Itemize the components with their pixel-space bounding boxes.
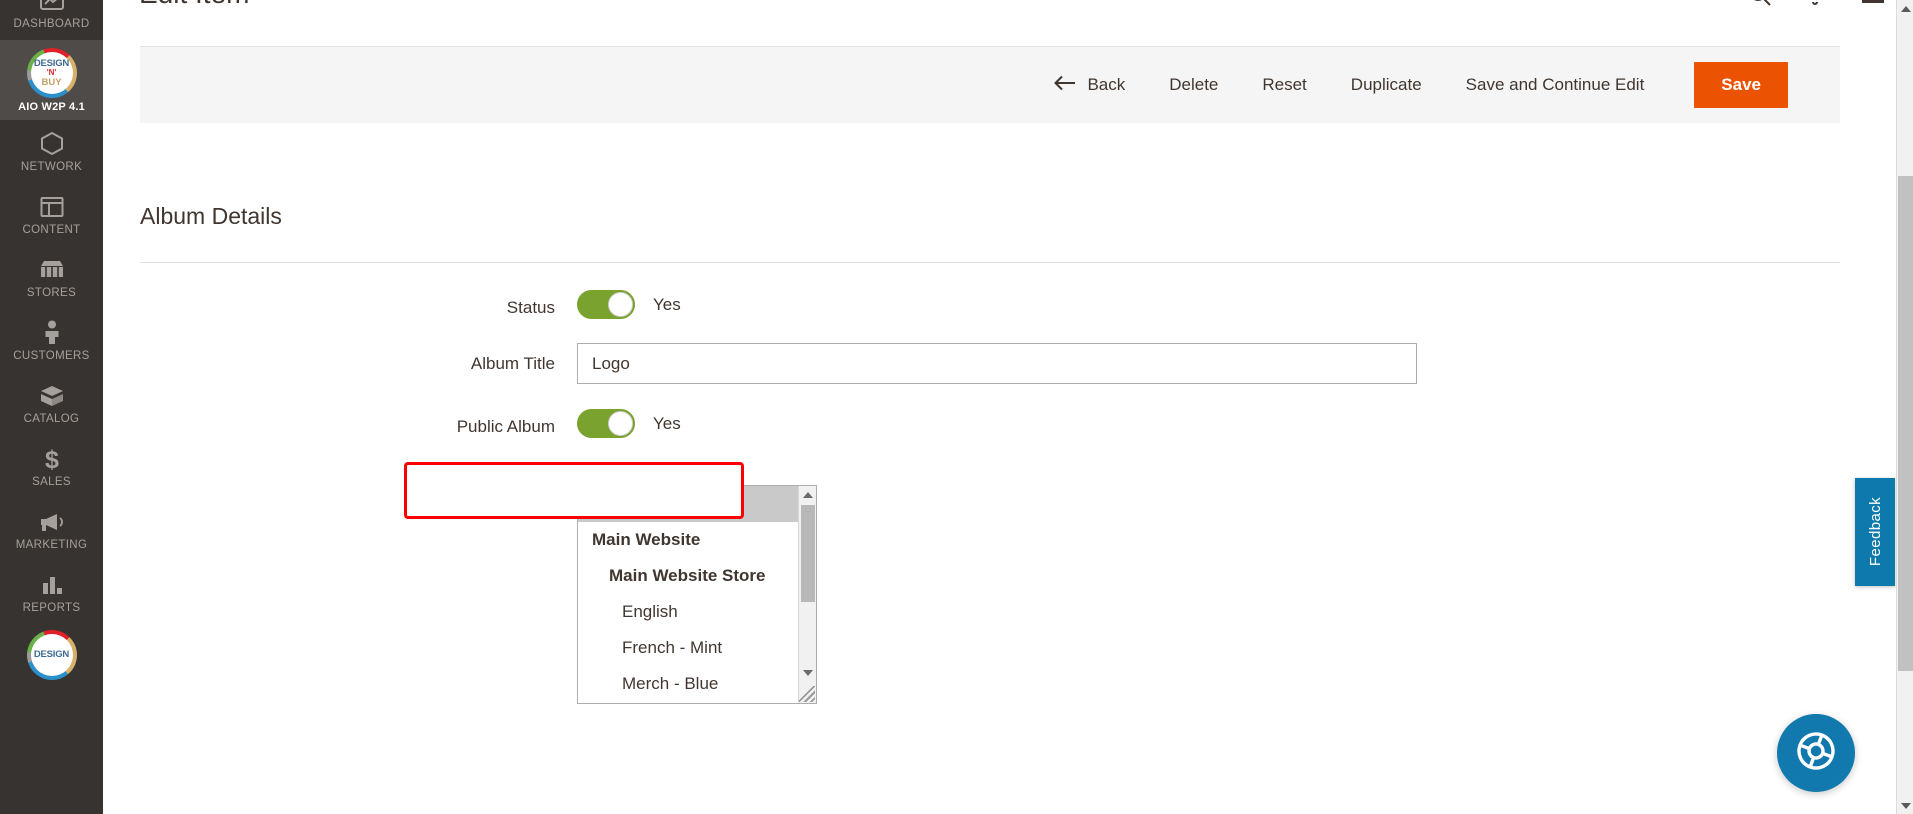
save-and-continue-edit-button[interactable]: Save and Continue Edit — [1444, 65, 1667, 105]
back-button[interactable]: Back — [1042, 65, 1147, 106]
sidebar-item-dashboard[interactable]: DASHBOARD — [0, 0, 103, 40]
status-toggle[interactable] — [577, 290, 635, 319]
duplicate-button-label: Duplicate — [1350, 75, 1422, 94]
toggle-knob — [608, 292, 633, 317]
store-view-option-all[interactable]: All Store Views — [578, 486, 798, 522]
logo-line-2: 'N' — [46, 68, 57, 77]
store-view-scrollbar[interactable] — [798, 486, 816, 703]
content-icon — [40, 193, 64, 220]
sidebar-item-network[interactable]: NETWORK — [0, 120, 103, 183]
store-view-label-text: Store View — [456, 493, 539, 512]
status-toggle-value: Yes — [653, 294, 681, 314]
network-icon — [40, 130, 64, 157]
page-scrollbar[interactable] — [1896, 0, 1913, 814]
scroll-up-arrow-icon[interactable] — [799, 486, 816, 503]
store-view-multiselect[interactable]: All Store Views Main Website Main Websit… — [577, 485, 817, 704]
magento-admin-edit-item-page: DASHBOARD DESIGN 'N' BUY AIO W2P 4.1 NET… — [0, 0, 1913, 814]
reset-button-label: Reset — [1262, 75, 1307, 94]
logo-line-3: BUY — [41, 77, 62, 88]
stores-icon — [39, 256, 65, 283]
logo-line-1: DESIGN — [33, 57, 70, 69]
page-title: Edit Item — [139, 0, 249, 10]
sidebar-item-content[interactable]: CONTENT — [0, 183, 103, 246]
field-public-album-label: Public Album — [456, 417, 555, 436]
delete-button-label: Delete — [1169, 75, 1219, 94]
scroll-down-arrow-icon[interactable] — [799, 664, 816, 681]
store-view-option-french-mint[interactable]: French - Mint — [578, 630, 798, 666]
header-icon-group: 1 — [1749, 0, 1884, 6]
page-scroll-up-arrow-icon[interactable] — [1897, 0, 1913, 17]
duplicate-button[interactable]: Duplicate — [1329, 65, 1444, 105]
save-and-continue-edit-label: Save and Continue Edit — [1465, 75, 1645, 94]
page-scroll-down-arrow-icon[interactable] — [1897, 797, 1913, 814]
store-view-option-list: All Store Views Main Website Main Websit… — [578, 486, 798, 703]
page-scrollbar-thumb[interactable] — [1898, 176, 1913, 671]
sidebar-item-label: CONTENT — [22, 224, 81, 236]
search-icon[interactable] — [1749, 0, 1771, 6]
album-details-form: Status Yes Album Title Public Album Yes — [0, 290, 1913, 704]
back-button-label: Back — [1087, 75, 1126, 94]
field-store-view-label: Store View * — [0, 485, 577, 521]
feedback-tab-label: Feedback — [1866, 497, 1884, 567]
toggle-knob — [608, 411, 633, 436]
dashboard-icon — [39, 0, 64, 14]
sidebar-item-label: AIO W2P 4.1 — [18, 101, 85, 113]
store-view-option-main-website-store[interactable]: Main Website Store — [578, 558, 798, 594]
section-divider — [140, 262, 1840, 263]
store-view-option-main-website[interactable]: Main Website — [578, 522, 798, 558]
notification-bell-icon[interactable]: 1 — [1805, 0, 1827, 6]
save-button[interactable]: Save — [1694, 62, 1788, 108]
field-store-view: Store View * All Store Views Main Website… — [0, 485, 1913, 704]
field-public-album: Public Album Yes — [0, 409, 1913, 485]
store-view-option-merch-blue[interactable]: Merch - Blue — [578, 666, 798, 702]
field-status: Status Yes — [0, 290, 1913, 343]
sidebar-item-label: DASHBOARD — [13, 18, 90, 30]
feedback-tab[interactable]: Feedback — [1855, 478, 1895, 586]
help-support-button[interactable] — [1777, 714, 1855, 792]
public-album-toggle[interactable] — [577, 409, 635, 438]
store-view-option-english[interactable]: English — [578, 594, 798, 630]
field-album-title-label: Album Title — [470, 354, 555, 373]
arrow-left-icon — [1054, 75, 1076, 96]
menu-hamburger-icon[interactable] — [1861, 0, 1884, 6]
required-marker: * — [548, 493, 555, 512]
sidebar-item-label: NETWORK — [20, 161, 83, 173]
album-title-input[interactable] — [577, 343, 1417, 384]
delete-button[interactable]: Delete — [1147, 65, 1240, 105]
page-actions-toolbar: Back Delete Reset Duplicate Save and Con… — [140, 46, 1840, 123]
reset-button[interactable]: Reset — [1240, 65, 1328, 105]
lifebuoy-support-icon — [1795, 730, 1837, 777]
page-header: Edit Item 1 — [103, 0, 1913, 33]
field-album-title: Album Title — [0, 343, 1913, 409]
sidebar-item-aio-w2p-logo[interactable]: DESIGN 'N' BUY AIO W2P 4.1 — [0, 40, 103, 120]
section-title-album-details: Album Details — [140, 203, 282, 229]
design-n-buy-logo: DESIGN 'N' BUY — [26, 48, 77, 98]
resize-handle-icon[interactable] — [799, 686, 815, 702]
field-status-label: Status — [506, 298, 555, 317]
public-album-toggle-value: Yes — [653, 413, 681, 433]
scrollbar-thumb[interactable] — [801, 505, 815, 602]
